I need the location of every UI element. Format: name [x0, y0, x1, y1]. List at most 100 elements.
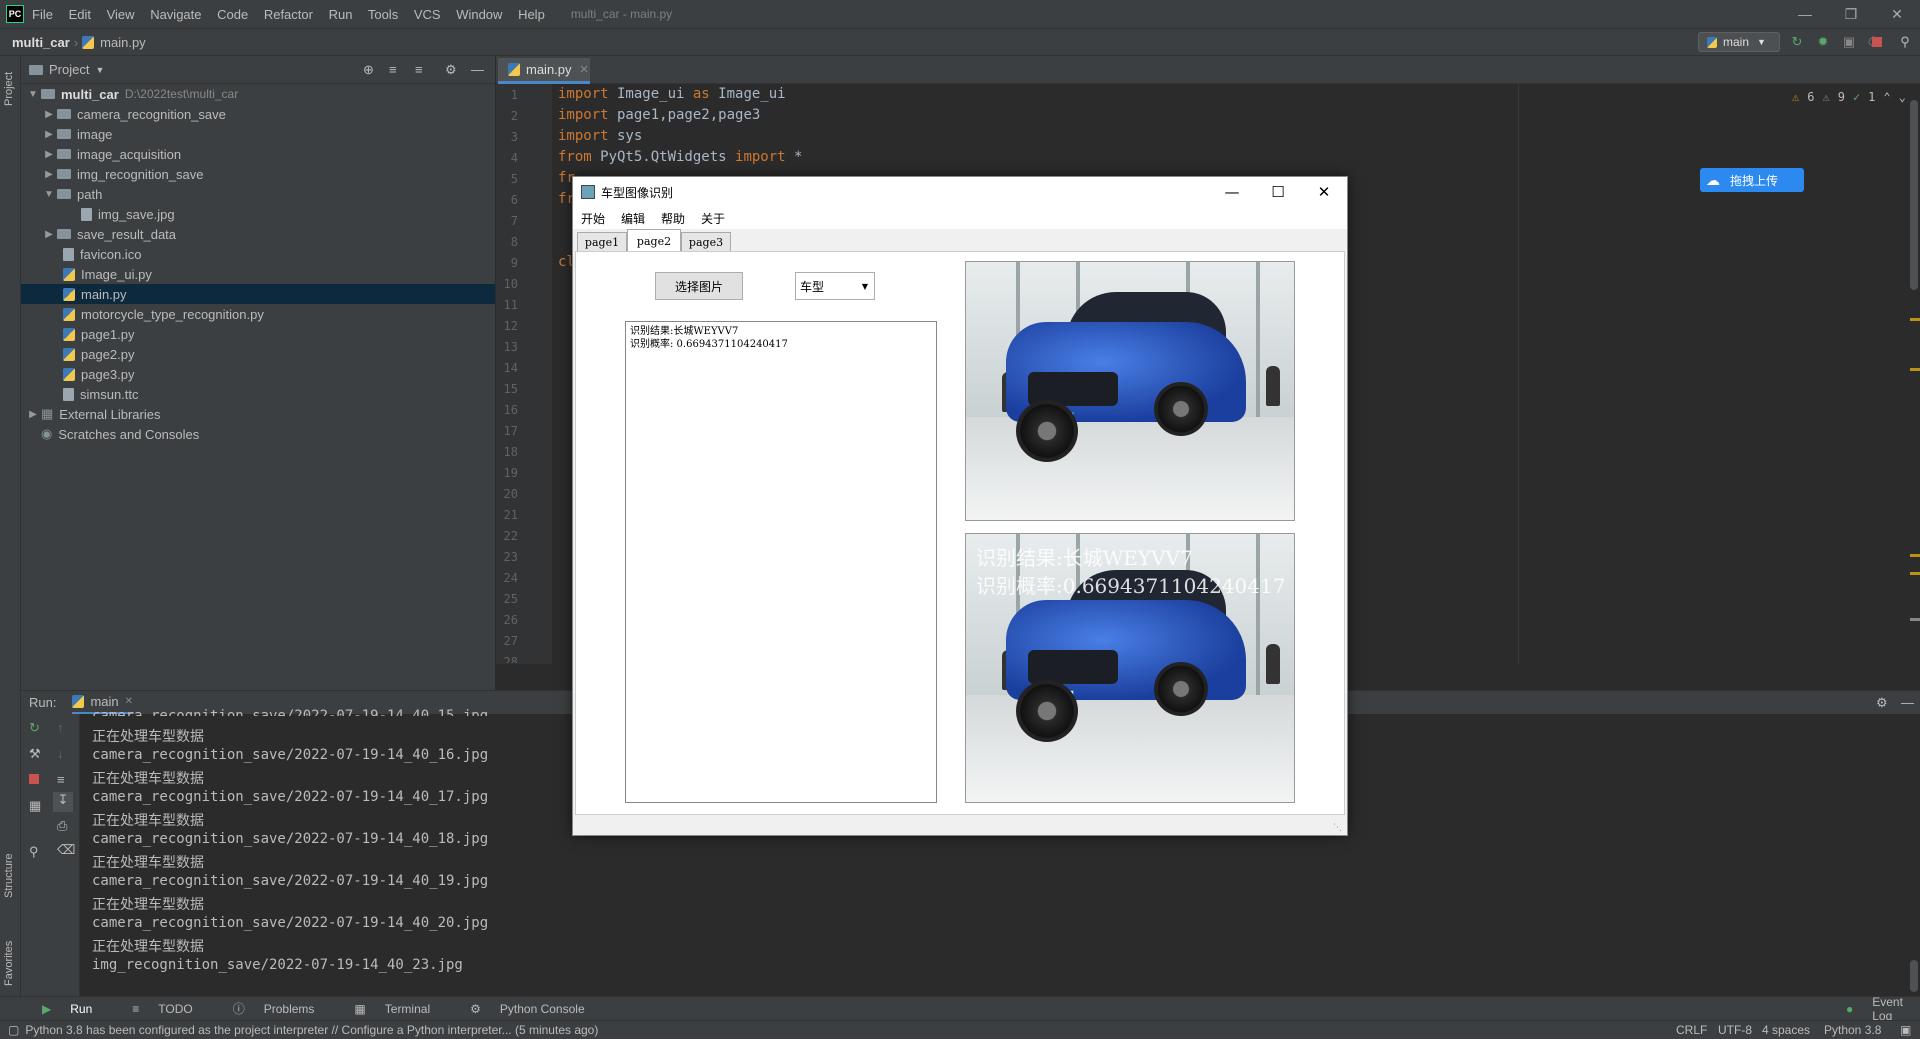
close-icon[interactable]: ✕ — [1301, 177, 1347, 207]
close-icon[interactable]: ✕ — [1874, 0, 1920, 28]
category-combo[interactable]: 车型 ▼ — [795, 272, 875, 300]
tree-item[interactable]: page2.py — [21, 344, 495, 364]
close-tab-icon[interactable]: ✕ — [580, 63, 589, 76]
project-tool-tab[interactable]: Project — [3, 66, 15, 106]
breadcrumb-project[interactable]: multi_car — [12, 35, 70, 50]
menu-edit[interactable]: Edit — [69, 7, 91, 22]
menu-help[interactable]: Help — [518, 7, 545, 22]
bottom-tab-terminal[interactable]: ▦ Terminal — [340, 1002, 436, 1016]
tree-item-libraries[interactable]: ▶ ▦ External Libraries — [21, 404, 495, 424]
tree-item-scratches[interactable]: ◉ Scratches and Consoles — [21, 424, 495, 444]
tree-item-selected[interactable]: main.py — [21, 284, 495, 304]
qt-menu-help[interactable]: 帮助 — [661, 210, 685, 227]
bottom-tab-problems[interactable]: ⓘ Problems — [219, 1000, 321, 1017]
cloud-upload-button[interactable]: ☁ 拖拽上传 — [1700, 168, 1804, 192]
minimize-icon[interactable]: — — [1209, 177, 1255, 207]
inspection-widget[interactable]: ⚠ 6 ⚠ 9 ✓ 1 ⌃ ⌄ — [1792, 90, 1906, 104]
qt-menu-start[interactable]: 开始 — [581, 210, 605, 227]
qt-tab-page2[interactable]: page2 — [627, 229, 681, 252]
stop-icon[interactable] — [29, 774, 39, 784]
console-scrollbar[interactable] — [1910, 960, 1918, 992]
rerun-icon[interactable]: ↻ — [1788, 33, 1806, 51]
hide-icon[interactable]: — — [1901, 695, 1914, 710]
prev-highlight-icon[interactable]: ⌃ — [1883, 90, 1890, 104]
minimize-icon[interactable]: — — [1782, 0, 1828, 28]
bottom-tab-todo[interactable]: ≡ TODO — [118, 1002, 198, 1016]
restore-icon[interactable]: ❐ — [1828, 0, 1874, 28]
menu-run[interactable]: Run — [329, 7, 353, 22]
rerun-icon[interactable]: ↻ — [29, 720, 40, 736]
hide-icon[interactable]: — — [471, 62, 484, 77]
menu-navigate[interactable]: Navigate — [150, 7, 201, 22]
editor-scrollbar[interactable] — [1910, 100, 1918, 290]
menu-tools[interactable]: Tools — [368, 7, 398, 22]
collapse-all-icon[interactable]: ≡ — [415, 62, 423, 77]
soft-wrap-icon[interactable]: ≡ — [57, 772, 65, 787]
print-icon[interactable]: ⎙ — [57, 818, 67, 834]
tree-item[interactable]: favicon.ico — [21, 244, 495, 264]
select-image-button[interactable]: 选择图片 — [655, 272, 743, 300]
warning-marker[interactable] — [1910, 368, 1920, 371]
structure-tool-tab[interactable]: Structure — [3, 838, 15, 898]
stop-icon[interactable] — [1868, 33, 1886, 51]
warning-marker[interactable] — [1910, 554, 1920, 557]
tree-item[interactable]: ▶ image — [21, 124, 495, 144]
qt-menu-about[interactable]: 关于 — [701, 210, 725, 227]
pin-icon[interactable]: ⚲ — [29, 844, 39, 860]
gear-icon[interactable]: ⚙ — [1876, 695, 1888, 711]
breadcrumb-file[interactable]: main.py — [100, 35, 146, 50]
warning-marker[interactable] — [1910, 318, 1920, 321]
resize-grip-icon[interactable]: ⋱ — [1333, 823, 1342, 833]
tree-item[interactable]: ▶ camera_recognition_save — [21, 104, 495, 124]
menu-view[interactable]: View — [107, 7, 135, 22]
tree-item[interactable]: ▶ img_recognition_save — [21, 164, 495, 184]
interpreter-widget[interactable]: Python 3.8 — [1824, 1023, 1881, 1037]
qt-tab-page3[interactable]: page3 — [681, 232, 731, 251]
down-arrow-icon[interactable]: ↓ — [57, 746, 64, 761]
qt-menu-edit[interactable]: 编辑 — [621, 210, 645, 227]
bottom-tab-run[interactable]: ▶ Run — [28, 1002, 98, 1016]
menu-vcs[interactable]: VCS — [414, 7, 441, 22]
bottom-tab-python-console[interactable]: ⚙ Python Console — [456, 1002, 591, 1016]
weak-warning-marker[interactable] — [1910, 618, 1920, 621]
qt-tab-page1[interactable]: page1 — [577, 232, 627, 251]
coverage-icon[interactable]: ▣ — [1840, 33, 1858, 51]
up-arrow-icon[interactable]: ↑ — [57, 720, 64, 735]
line-separator-widget[interactable]: CRLF — [1676, 1023, 1707, 1037]
trash-icon[interactable]: ⌫ — [57, 842, 75, 858]
tree-item[interactable]: ▼ path — [21, 184, 495, 204]
menu-refactor[interactable]: Refactor — [264, 7, 313, 22]
project-view-label[interactable]: Project — [49, 62, 89, 77]
chevron-down-icon[interactable]: ▼ — [95, 65, 104, 75]
tree-item[interactable]: page3.py — [21, 364, 495, 384]
tree-item[interactable]: ▶ image_acquisition — [21, 144, 495, 164]
menu-file[interactable]: File — [32, 7, 53, 22]
run-config-select[interactable]: main ▼ — [1698, 32, 1780, 52]
tree-item[interactable]: page1.py — [21, 324, 495, 344]
debug-icon[interactable]: ✹ — [1814, 33, 1832, 51]
scroll-to-end-icon[interactable]: ↧ — [53, 792, 73, 812]
editor-tab-main[interactable]: main.py ✕ — [498, 58, 590, 84]
next-highlight-icon[interactable]: ⌄ — [1899, 90, 1906, 104]
gear-icon[interactable]: ⚙ — [445, 62, 457, 78]
event-log-tab[interactable]: ● Event Log — [1832, 995, 1914, 1023]
close-tab-icon[interactable]: ✕ — [125, 696, 133, 707]
encoding-widget[interactable]: UTF-8 — [1718, 1023, 1752, 1037]
menu-window[interactable]: Window — [456, 7, 502, 22]
tree-item[interactable]: img_save.jpg — [21, 204, 495, 224]
tree-item[interactable]: ▶ save_result_data — [21, 224, 495, 244]
tree-item[interactable]: motorcycle_type_recognition.py — [21, 304, 495, 324]
expand-all-icon[interactable]: ≡ — [389, 62, 397, 77]
tree-item-root[interactable]: ▼ multi_car D:\2022test\multi_car — [21, 84, 495, 104]
wrench-icon[interactable]: ⚒ — [29, 746, 41, 762]
search-icon[interactable]: ⚲ — [1896, 33, 1914, 51]
favorites-tool-tab[interactable]: Favorites — [3, 926, 15, 986]
tree-item[interactable]: simsun.ttc — [21, 384, 495, 404]
menu-code[interactable]: Code — [217, 7, 248, 22]
lock-icon[interactable]: ▣ — [1900, 1023, 1911, 1037]
layout-icon[interactable]: ▦ — [29, 798, 41, 814]
tree-item[interactable]: Image_ui.py — [21, 264, 495, 284]
warning-marker[interactable] — [1910, 572, 1920, 575]
result-text-box[interactable]: 识别结果:长城WEYVV7 识别概率: 0.6694371104240417 — [625, 321, 937, 803]
locate-icon[interactable]: ⊕ — [363, 62, 374, 78]
